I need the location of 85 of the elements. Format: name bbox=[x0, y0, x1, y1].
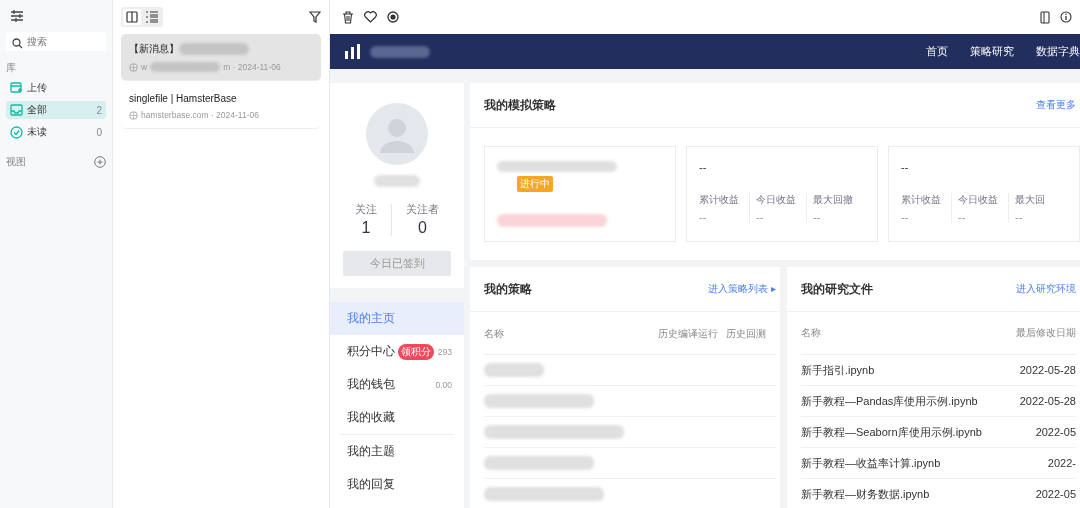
stat-value: -- bbox=[958, 211, 967, 223]
file-name[interactable]: 新手指引.ipynb bbox=[801, 362, 875, 378]
globe-icon bbox=[129, 62, 138, 72]
add-icon[interactable] bbox=[94, 156, 106, 168]
menu-item[interactable]: 我的主页 bbox=[330, 302, 464, 335]
nav-link[interactable]: 策略研究 bbox=[970, 44, 1014, 59]
stat-label: 累计收益 bbox=[699, 193, 740, 207]
stat-label: 关注 bbox=[355, 203, 377, 217]
stat-label: 今日收益 bbox=[958, 193, 999, 207]
menu-item[interactable]: 我的回复 bbox=[330, 468, 464, 501]
article-card[interactable]: 【新消息】 w m · 2024-11-06 bbox=[121, 34, 321, 81]
column-header: 历史回测 bbox=[726, 326, 766, 341]
nav-link[interactable]: 数据字典 bbox=[1036, 44, 1080, 59]
article-source: hamsterbase.com · 2024-11-06 bbox=[141, 110, 259, 120]
avatar-icon bbox=[366, 103, 428, 165]
stat-value: -- bbox=[699, 211, 708, 223]
heart-icon[interactable] bbox=[364, 11, 377, 23]
stat-value: -- bbox=[813, 211, 822, 223]
stat-value: -- bbox=[1015, 211, 1024, 223]
stat-value: -- bbox=[756, 211, 765, 223]
article-card[interactable]: singlefile | HamsterBase hamsterbase.com · 2024-11-06 bbox=[121, 85, 321, 129]
sliders-icon[interactable] bbox=[10, 10, 24, 22]
nav-link[interactable]: 首页 bbox=[926, 44, 948, 59]
upload-icon bbox=[10, 82, 23, 94]
article-title: singlefile | HamsterBase bbox=[129, 93, 237, 104]
bars-logo-icon bbox=[344, 44, 360, 59]
date-cell: 2022-05-28 bbox=[1019, 395, 1076, 407]
file-name[interactable]: 新手教程—收益率计算.ipynb bbox=[801, 455, 941, 471]
file-name[interactable]: 新手教程—Seaborn库使用示例.ipynb bbox=[801, 424, 982, 440]
info-icon[interactable] bbox=[1060, 11, 1072, 23]
column-header: 名称 bbox=[801, 326, 821, 340]
menu-item[interactable]: 我的主题 bbox=[330, 435, 464, 468]
stat-value: 1 bbox=[361, 219, 371, 237]
menu-value: 0.00 bbox=[435, 379, 452, 390]
menu-value: 293 bbox=[437, 346, 452, 357]
check-circle-icon bbox=[10, 125, 23, 139]
section-label: 库 bbox=[6, 61, 17, 75]
article-date: m · 2024-11-06 bbox=[223, 62, 281, 72]
search-field[interactable]: 搜索 bbox=[6, 32, 106, 51]
columns-icon[interactable] bbox=[123, 9, 141, 25]
record-icon[interactable] bbox=[387, 11, 399, 23]
menu-item[interactable]: 我的钱包 0.00 bbox=[330, 368, 464, 401]
stat-label: 累计收益 bbox=[901, 193, 942, 207]
article-title: 【新消息】 bbox=[129, 42, 179, 56]
stat-label: 关注者 bbox=[406, 203, 439, 217]
column-header: 历史编译运行 bbox=[657, 326, 718, 341]
strategy-name: -- bbox=[901, 161, 909, 173]
redacted-block bbox=[370, 45, 430, 58]
card-title: 我的研究文件 bbox=[801, 280, 873, 298]
file-name[interactable]: 新手教程—财务数据.ipynb bbox=[801, 486, 930, 502]
redacted-block bbox=[374, 175, 420, 187]
menu-item[interactable]: 我的收藏 bbox=[330, 401, 464, 434]
panel-icon[interactable] bbox=[1040, 10, 1050, 24]
column-header: 名称 bbox=[484, 326, 505, 341]
section-label: 视图 bbox=[6, 155, 26, 169]
sidebar-item[interactable]: 未读 0 bbox=[6, 123, 106, 141]
stat-label: 最大回 bbox=[1015, 193, 1046, 207]
date-cell: 2022-05 bbox=[1035, 426, 1076, 438]
strategy-name: -- bbox=[699, 161, 707, 173]
trash-icon[interactable] bbox=[342, 10, 354, 24]
redacted-block bbox=[484, 363, 544, 377]
date-cell: 2022-05-28 bbox=[1019, 364, 1076, 376]
status-badge: 进行中 bbox=[517, 176, 553, 193]
research-link[interactable]: 进入研究环境 bbox=[1016, 282, 1076, 296]
date-cell: 2022- bbox=[1047, 457, 1076, 469]
badge: 领积分 bbox=[398, 343, 434, 360]
card-title: 我的策略 bbox=[484, 280, 532, 298]
list-icon[interactable] bbox=[145, 11, 159, 23]
more-link[interactable]: 查看更多 bbox=[1036, 98, 1076, 112]
stat-label: 最大回撤 bbox=[813, 193, 854, 207]
sidebar-item[interactable]: 全部 2 bbox=[6, 101, 106, 119]
file-name[interactable]: 新手教程—Pandas库使用示例.ipynb bbox=[801, 393, 978, 409]
stat-label: 今日收益 bbox=[756, 193, 797, 207]
column-header: 最后修改日期 bbox=[1016, 326, 1076, 340]
menu-item[interactable]: 积分中心 领积分 293 bbox=[330, 335, 464, 368]
card-title: 我的模拟策略 bbox=[484, 96, 556, 114]
inbox-icon bbox=[10, 104, 23, 116]
article-source: w bbox=[141, 62, 148, 72]
globe-icon bbox=[129, 110, 138, 120]
strategy-list-link[interactable]: 进入策略列表 ▸ bbox=[708, 282, 776, 296]
stat-value: -- bbox=[901, 211, 910, 223]
sidebar-item[interactable]: 上传 bbox=[6, 79, 106, 97]
date-cell: 2022-05 bbox=[1035, 488, 1076, 500]
stat-value: 0 bbox=[418, 219, 427, 237]
filter-icon[interactable] bbox=[309, 11, 321, 23]
